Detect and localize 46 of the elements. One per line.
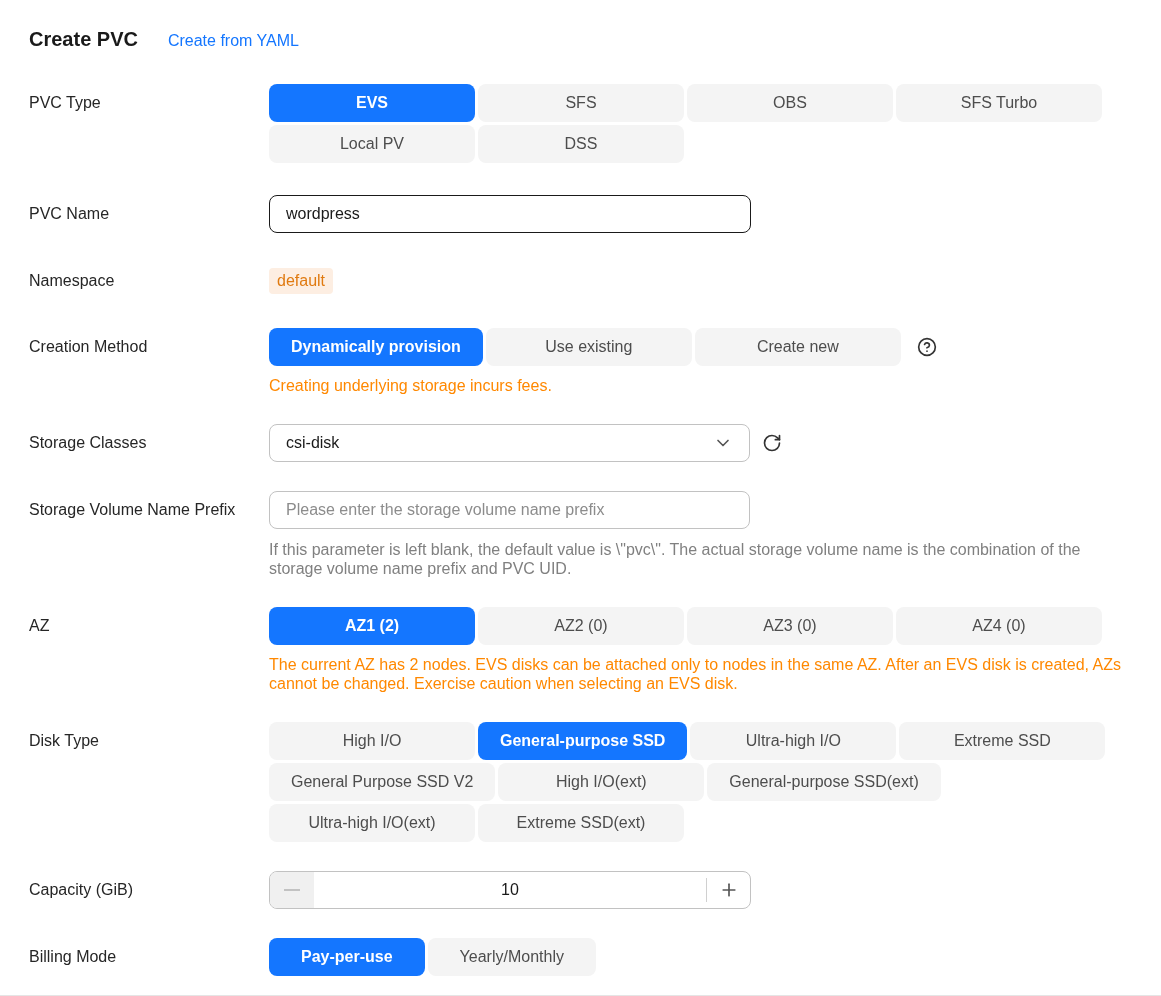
option-button[interactable]: High I/O [269, 722, 475, 760]
option-button[interactable]: Extreme SSD [899, 722, 1106, 760]
option-button[interactable]: AZ4 (0) [896, 607, 1102, 645]
option-button[interactable]: General-purpose SSD [478, 722, 688, 760]
namespace-tag: default [269, 268, 334, 294]
field-label: Disk Type [29, 731, 99, 751]
option-button[interactable]: Local PV [269, 125, 475, 163]
help-icon[interactable] [916, 337, 937, 357]
option-button[interactable]: Extreme SSD(ext) [478, 804, 684, 842]
option-button[interactable]: Yearly/Monthly [427, 938, 596, 976]
warning-text: Creating underlying storage incurs fees. [269, 376, 553, 395]
field-label: Storage Classes [29, 433, 147, 453]
refresh-icon[interactable] [762, 433, 782, 453]
option-button[interactable]: AZ2 (0) [478, 607, 684, 645]
option-button[interactable]: Pay-per-use [269, 938, 425, 976]
option-button[interactable]: Use existing [485, 328, 692, 366]
option-button[interactable]: General Purpose SSD V2 [269, 763, 496, 801]
field-label: Namespace [29, 271, 115, 291]
field-label: AZ [29, 616, 50, 636]
field-label: Capacity (GiB) [29, 880, 134, 900]
option-button[interactable]: Dynamically provision [269, 328, 483, 366]
option-button[interactable]: DSS [478, 125, 684, 163]
option-button[interactable]: AZ3 (0) [687, 607, 893, 645]
pvc-name-field[interactable]: wordpress [269, 195, 751, 233]
option-button[interactable]: Create new [694, 328, 901, 366]
field-label: Storage Volume Name Prefix [29, 500, 236, 520]
option-button[interactable]: SFS Turbo [896, 84, 1102, 122]
option-button[interactable]: Ultra-high I/O [690, 722, 897, 760]
minus-icon [284, 889, 300, 891]
prefix-input-field[interactable]: Please enter the storage volume name prefix [269, 491, 750, 529]
hint-text: If this parameter is left blank, the default value is \"pvc\". The actual storage volume name is the combination of the storage volume name prefix and PVC UID. [269, 540, 1082, 578]
field-label: PVC Type [29, 93, 101, 113]
field-label: Creation Method [29, 337, 148, 357]
option-button[interactable]: Ultra-high I/O(ext) [269, 804, 475, 842]
option-button[interactable]: EVS [269, 84, 475, 122]
field-label: PVC Name [29, 204, 110, 224]
page-title: Create PVC [29, 27, 138, 52]
field-label: Billing Mode [29, 947, 117, 967]
option-button[interactable]: SFS [478, 84, 684, 122]
create-from-yaml-link[interactable]: Create from YAML [167, 29, 299, 53]
storage-class-select[interactable]: csi-disk [269, 424, 750, 462]
option-button[interactable]: High I/O(ext) [498, 763, 705, 801]
option-button[interactable]: General-purpose SSD(ext) [707, 763, 941, 801]
option-button[interactable]: OBS [687, 84, 893, 122]
warning-text: The current AZ has 2 nodes. EVS disks can be attached only to nodes in the same AZ. After an EVS disk is created, AZs cannot be changed. Exercise caution when selecting an EVS disk. [269, 655, 1122, 693]
option-button[interactable]: AZ1 (2) [269, 607, 475, 645]
